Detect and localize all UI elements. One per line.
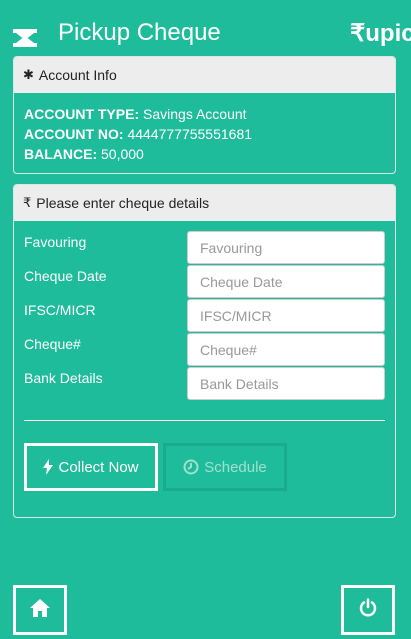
cheque-number-label: Cheque# (24, 336, 81, 352)
rupee-icon: ₹ (23, 195, 32, 210)
schedule-button[interactable]: Schedule (163, 443, 287, 491)
home-icon (30, 598, 50, 622)
bank-details-label: Bank Details (24, 370, 103, 386)
brand-logo: ₹upic (350, 20, 411, 47)
bank-details-input[interactable] (187, 367, 385, 400)
cheque-number-input[interactable] (187, 333, 385, 366)
ifsc-micr-input[interactable] (187, 299, 385, 332)
ifsc-micr-label: IFSC/MICR (24, 302, 96, 318)
balance-row: BALANCE: 50,000 (24, 146, 144, 162)
account-info-header: ✱ Account Info (14, 57, 395, 93)
app-header: Pickup Cheque ₹upic (0, 0, 411, 56)
schedule-label: Schedule (204, 458, 267, 476)
account-info-heading: Account Info (38, 67, 117, 83)
account-no-label: ACCOUNT NO: (24, 126, 124, 142)
account-no-row: ACCOUNT NO: 4444777755551681 (24, 126, 252, 142)
account-type-label: ACCOUNT TYPE: (24, 106, 140, 122)
power-icon (358, 597, 378, 623)
collect-now-label: Collect Now (58, 458, 139, 476)
account-info-card: ✱ Account Info ACCOUNT TYPE: Savings Acc… (13, 56, 396, 174)
cheque-details-header: ₹ Please enter cheque details (14, 185, 395, 221)
cheque-date-input[interactable] (187, 265, 385, 298)
home-button[interactable] (13, 585, 67, 635)
balance-label: BALANCE: (24, 146, 98, 162)
favouring-input[interactable] (187, 231, 385, 264)
favouring-label: Favouring (24, 234, 87, 250)
account-type-row: ACCOUNT TYPE: Savings Account (24, 106, 247, 122)
divider (24, 420, 385, 421)
bolt-icon (43, 459, 54, 475)
account-no-value: 4444777755551681 (127, 126, 253, 142)
cheque-details-heading: Please enter cheque details (36, 195, 210, 211)
page-title: Pickup Cheque (58, 19, 221, 46)
power-button[interactable] (341, 585, 395, 635)
menu-icon[interactable] (12, 28, 38, 48)
cheque-details-card: ₹ Please enter cheque details Favouring … (13, 184, 396, 518)
collect-now-button[interactable]: Collect Now (24, 443, 158, 491)
clock-icon (183, 459, 199, 475)
cheque-date-label: Cheque Date (24, 268, 107, 284)
account-type-value: Savings Account (143, 106, 247, 122)
asterisk-icon: ✱ (23, 67, 34, 82)
balance-value: 50,000 (101, 146, 144, 162)
